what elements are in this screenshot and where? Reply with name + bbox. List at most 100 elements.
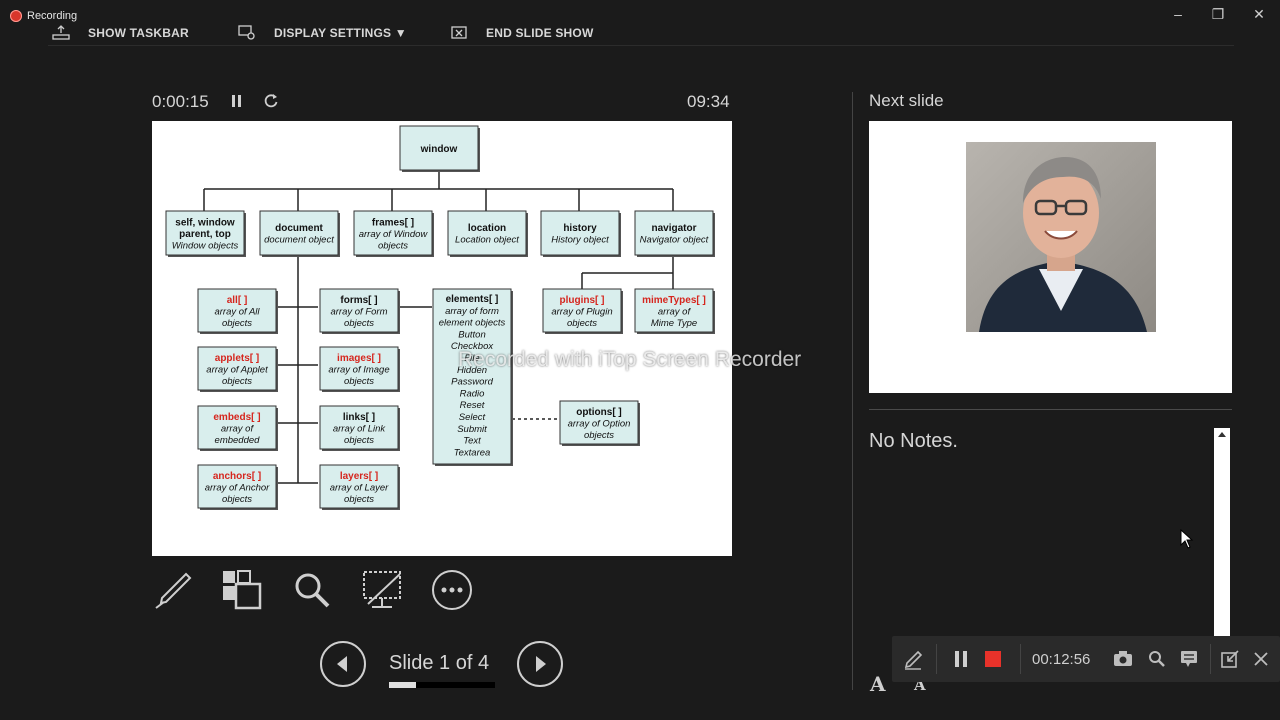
box-subtitle: Text	[463, 436, 481, 447]
box-subtitle: array of	[221, 423, 255, 434]
screenshot-camera-icon[interactable]	[1113, 650, 1133, 668]
box-title: plugins[ ]	[560, 295, 605, 306]
stop-recording-icon[interactable]	[984, 650, 1002, 668]
restore-icon[interactable]: ❐	[1205, 4, 1231, 24]
annotate-pen-icon[interactable]	[902, 649, 924, 671]
box-subtitle: Checkbox	[451, 341, 494, 352]
black-screen-button[interactable]	[360, 568, 404, 612]
record-indicator-icon	[10, 10, 22, 22]
notes-scrollbar[interactable]	[1214, 428, 1230, 638]
box-subtitle: array of Form	[330, 306, 387, 317]
box-subtitle: objects	[344, 494, 374, 505]
zoom-recorder-icon[interactable]	[1148, 650, 1166, 668]
box-subtitle: array of	[658, 306, 692, 317]
box-subtitle: array of Option	[568, 418, 631, 429]
box-title: history	[563, 223, 597, 234]
show-taskbar-label: SHOW TASKBAR	[88, 26, 189, 40]
box-title: applets[ ]	[215, 353, 259, 364]
screen-off-icon	[363, 571, 401, 608]
box-subtitle: objects	[222, 494, 252, 505]
speaker-notes[interactable]: No Notes.	[869, 430, 958, 453]
dom-hierarchy-diagram: window self, windowparent, topWindow obje…	[165, 125, 715, 510]
box-title: window	[420, 144, 458, 155]
box-subtitle: Submit	[457, 424, 487, 435]
end-slide-show-button[interactable]: END SLIDE SHOW	[450, 25, 593, 41]
display-settings-button[interactable]: DISPLAY SETTINGS ▼	[238, 25, 407, 41]
pause-timer-button[interactable]	[230, 93, 244, 114]
left-box: anchors[ ]array of Anchorobjects	[197, 464, 278, 510]
arrow-left-icon	[337, 656, 347, 672]
previous-slide-button[interactable]	[320, 641, 366, 687]
show-taskbar-button[interactable]: SHOW TASKBAR	[52, 25, 189, 41]
box-subtitle: objects	[222, 376, 252, 387]
mouse-cursor-icon	[1180, 529, 1194, 549]
window-box: window	[399, 125, 480, 172]
box-title: location	[468, 223, 506, 234]
see-all-slides-button[interactable]	[220, 568, 264, 612]
box-subtitle: array of Anchor	[205, 482, 270, 493]
next-slide-preview[interactable]	[869, 121, 1232, 393]
webcam-overlay-icon[interactable]	[1180, 650, 1198, 668]
restart-timer-button[interactable]	[263, 92, 279, 115]
box-subtitle: array of Applet	[206, 364, 268, 375]
box-subtitle: array of form	[445, 306, 499, 317]
mid-box: images[ ]array of Imageobjects	[319, 346, 400, 392]
restart-icon	[264, 94, 278, 108]
pause-recording-icon[interactable]	[952, 650, 970, 668]
box-subtitle: Navigator object	[640, 235, 709, 246]
box-subtitle: array of Image	[328, 364, 389, 375]
box-subtitle: embedded	[215, 435, 261, 446]
mid-box: links[ ]array of Linkobjects	[319, 405, 400, 451]
recording-badge: Recording	[10, 10, 77, 22]
box-subtitle: array of Plugin	[551, 306, 612, 317]
taskbar-icon	[52, 25, 70, 40]
scroll-up-icon[interactable]	[1214, 428, 1230, 442]
close-icon[interactable]: ✕	[1246, 4, 1272, 24]
left-box: applets[ ]array of Appletobjects	[197, 346, 278, 392]
mid-box: forms[ ]array of Formobjects	[319, 288, 400, 334]
box-title: frames[ ]	[372, 217, 414, 228]
screen-recorder-toolbar: 00:12:56	[892, 636, 1280, 682]
box-subtitle: array of All	[214, 306, 260, 317]
row1-box: documentdocument object	[259, 210, 340, 257]
slides-grid-icon	[223, 570, 262, 610]
minimize-recorder-icon[interactable]	[1220, 649, 1240, 669]
increase-font-icon[interactable]: A	[870, 672, 886, 696]
box-title: navigator	[651, 223, 696, 234]
box-subtitle: Button	[458, 329, 485, 340]
current-slide[interactable]: window self, window parent, top Window obje…	[152, 121, 732, 556]
box-title: elements[ ]	[446, 294, 499, 305]
recording-label: Recording	[27, 10, 78, 22]
box-subtitle: File	[464, 353, 479, 364]
box-subtitle: objects	[222, 318, 252, 329]
slide-progress-fill	[389, 682, 416, 688]
minimize-icon[interactable]: –	[1165, 4, 1191, 24]
box-subtitle: objects	[584, 430, 614, 441]
next-slide-button[interactable]	[517, 641, 563, 687]
box-subtitle: Hidden	[457, 365, 487, 376]
left-box: embeds[ ]array ofembedded	[197, 405, 278, 451]
box-subtitle: objects	[344, 435, 374, 446]
elapsed-timer: 0:00:15	[152, 92, 209, 111]
box-subtitle: Radio	[460, 388, 485, 399]
close-recorder-icon[interactable]	[1253, 651, 1269, 667]
more-options-button[interactable]	[430, 568, 474, 612]
box-subtitle: objects	[378, 240, 408, 251]
box-subtitle: History object	[551, 235, 609, 246]
box-subtitle: Location object	[455, 235, 519, 246]
end-show-icon	[451, 26, 467, 39]
box-title: anchors[ ]	[213, 471, 261, 482]
row1-box: self, windowparent, topWindow objects	[165, 210, 246, 257]
mimetypes-box: mimeTypes[ ]array ofMime Type	[634, 288, 715, 334]
recorder-separator	[1020, 644, 1021, 674]
zoom-button[interactable]	[290, 568, 334, 612]
pause-icon	[232, 95, 241, 107]
pen-tool-button[interactable]	[152, 568, 196, 612]
slide-counter[interactable]: Slide 1 of 4	[389, 652, 489, 675]
box-title: all[ ]	[227, 295, 248, 306]
toolbar-divider	[48, 45, 1234, 46]
box-subtitle: Reset	[460, 400, 485, 411]
display-settings-icon	[238, 25, 255, 40]
pane-divider[interactable]	[852, 92, 853, 690]
display-settings-label: DISPLAY SETTINGS ▼	[274, 26, 407, 40]
